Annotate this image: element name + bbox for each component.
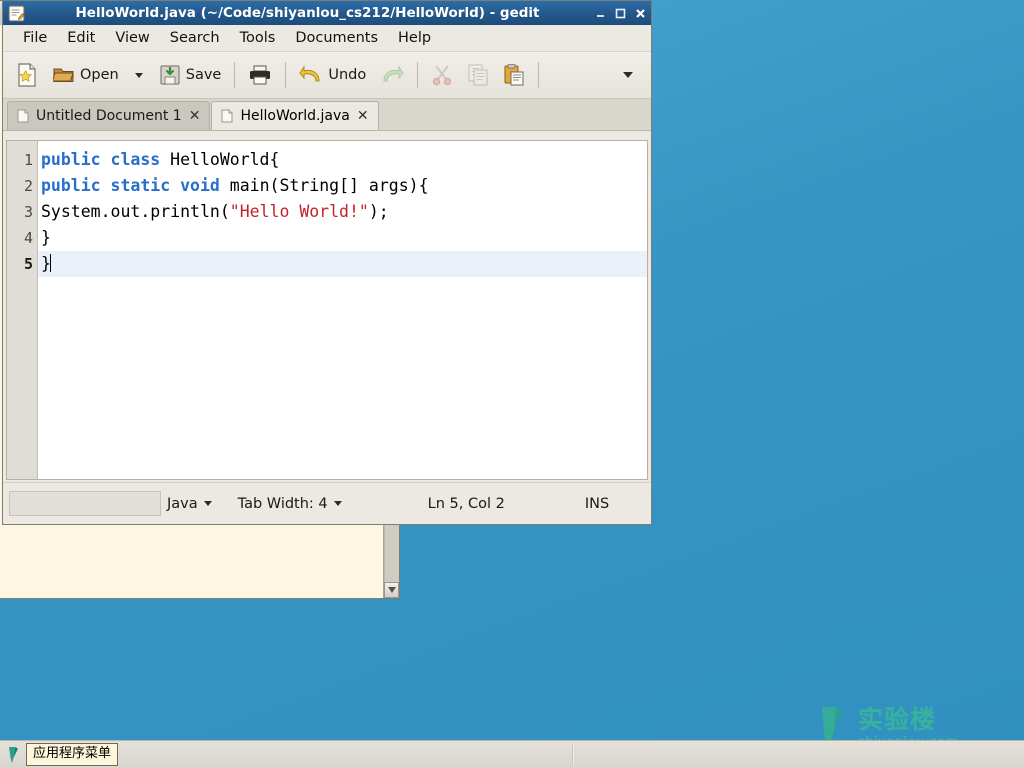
open-button[interactable]: Open [47,56,125,94]
scissors-icon [433,65,452,86]
tab-width-selector[interactable]: Tab Width: 4 [238,496,342,512]
save-button[interactable]: Save [153,56,228,94]
line-number: 3 [23,203,33,221]
toolbar-overflow-button[interactable] [611,56,645,94]
menu-view[interactable]: View [105,27,159,49]
menu-help[interactable]: Help [388,27,441,49]
code-line[interactable]: } [38,251,647,277]
application-menu-icon[interactable] [4,745,24,765]
code-keyword: static [110,176,171,195]
menu-tools[interactable]: Tools [230,27,286,49]
cursor-position: Ln 5, Col 2 [427,495,505,512]
line-number: 2 [23,177,33,195]
gedit-titlebar[interactable]: HelloWorld.java (~/Code/shiyanlou_cs212/… [3,1,651,25]
menu-documents[interactable]: Documents [285,27,388,49]
tab-untitled-document-1[interactable]: Untitled Document 1 ✕ [7,101,211,130]
toolbar-separator-3 [417,62,419,88]
document-icon [221,109,233,123]
printer-icon [250,65,271,85]
code-line[interactable]: } [38,225,647,251]
undo-button-label: Undo [328,67,367,83]
editor-area[interactable]: 12345 public class HelloWorld{public sta… [6,140,648,480]
clipboard-paste-icon [504,64,524,86]
menu-edit[interactable]: Edit [57,27,105,49]
menubar[interactable]: File Edit View Search Tools Documents He… [3,25,651,52]
toolbar-separator-1 [234,62,236,88]
undo-arrow-icon [299,65,320,82]
menu-search[interactable]: Search [160,27,230,49]
scroll-down-icon[interactable] [384,582,399,598]
save-button-label: Save [185,67,222,83]
code-keyword: void [180,176,220,195]
gedit-close-icon[interactable] [634,7,647,20]
line-number: 5 [23,255,33,273]
undo-button[interactable]: Undo [293,56,372,94]
paste-button[interactable] [497,56,531,94]
code-keyword: public [41,150,101,169]
statusbar: Java Tab Width: 4 Ln 5, Col 2 INS [3,482,651,524]
code-keyword: public [41,176,101,195]
tab-helloworld-java[interactable]: HelloWorld.java ✕ [211,101,379,130]
open-button-label: Open [80,67,119,83]
toolbar-separator-4 [538,62,540,88]
toolbar[interactable]: Open Save Undo [3,52,651,99]
tab-label: HelloWorld.java [240,108,350,124]
redo-arrow-icon [383,65,404,82]
document-icon [17,109,29,123]
application-menu-tooltip: 应用程序菜单 [26,743,119,766]
copy-button[interactable] [461,56,495,94]
tab-width-label: Tab Width: 4 [237,495,328,512]
code-line[interactable]: System.out.println("Hello World!"); [38,199,647,225]
insert-mode-indicator: INS [584,495,610,512]
code-keyword: class [110,150,161,169]
tabbar[interactable]: Untitled Document 1 ✕ HelloWorld.java ✕ [3,99,651,131]
status-message-area [9,491,161,516]
watermark-cn: 实验楼 [858,705,937,734]
save-disk-icon [160,65,180,85]
chevron-down-icon [203,501,212,506]
chevron-down-icon [623,72,633,78]
new-document-button[interactable] [9,56,45,94]
cut-button[interactable] [425,56,459,94]
open-folder-icon [53,68,74,82]
taskbar-separator [572,745,574,765]
language-label: Java [167,495,198,512]
code-string-literal: "Hello World!" [229,202,369,221]
line-number-gutter: 1 2 3 4 5 [7,141,38,479]
copy-icon [468,64,488,86]
redo-button[interactable] [374,56,410,94]
desktop: 实验楼 shiyanlou.com World [14:55:06][14:55… [0,0,1024,768]
open-dropdown-button[interactable] [127,56,151,94]
gedit-title: HelloWorld.java (~/Code/shiyanlou_cs212/… [75,5,540,21]
gedit-window-controls[interactable] [588,7,647,20]
language-selector[interactable]: Java [167,496,212,512]
text-cursor [49,254,51,272]
menu-file[interactable]: File [13,27,57,49]
taskbar[interactable]: 应用程序菜单 [0,740,1024,768]
chevron-down-icon [134,72,143,78]
gedit-app-icon [8,5,25,21]
line-number: 1 [23,151,33,169]
tab-close-icon[interactable]: ✕ [189,109,201,123]
code-text-area[interactable]: public class HelloWorld{public static vo… [38,141,647,479]
print-button[interactable] [242,56,278,94]
toolbar-separator-2 [285,62,287,88]
tab-close-icon[interactable]: ✕ [357,109,369,123]
chevron-down-icon [333,501,342,506]
tab-label: Untitled Document 1 [36,108,182,124]
line-number: 4 [23,229,33,247]
code-line[interactable]: public class HelloWorld{ [38,147,647,173]
gedit-maximize-icon[interactable] [614,7,627,20]
gedit-window[interactable]: HelloWorld.java (~/Code/shiyanlou_cs212/… [2,0,652,525]
new-document-icon [18,63,36,87]
gedit-minimize-icon[interactable] [594,7,607,20]
code-line[interactable]: public static void main(String[] args){ [38,173,647,199]
